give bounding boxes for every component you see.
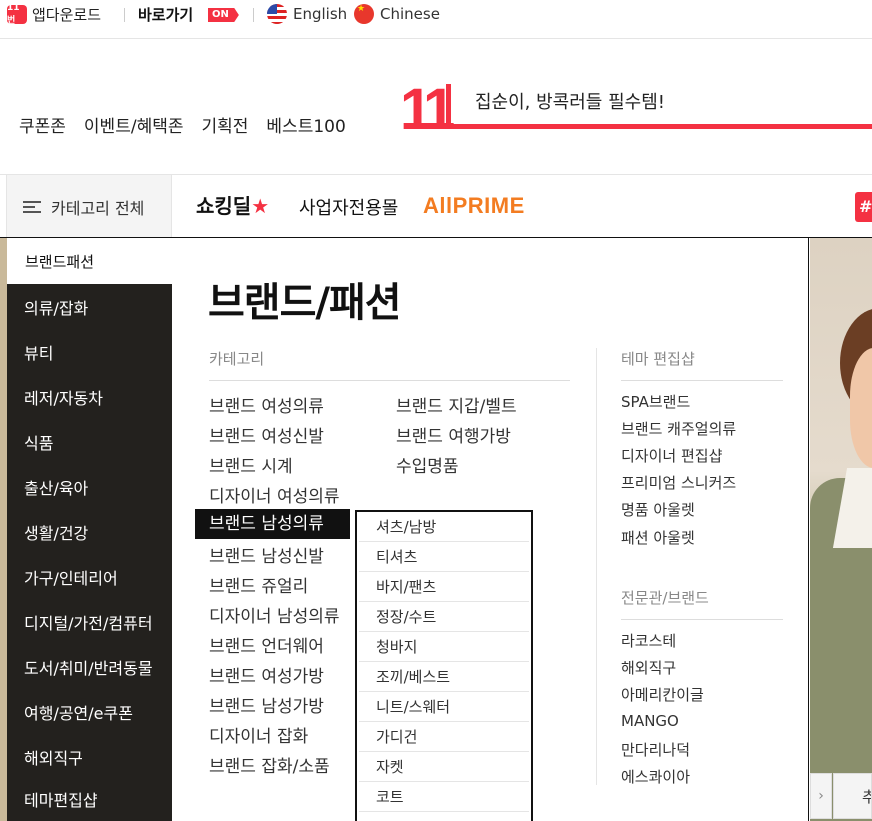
shortcut-link[interactable]: 바로가기 (138, 4, 193, 25)
theme-link[interactable]: SPA브랜드 (621, 391, 690, 412)
sidebar-item-books[interactable]: 도서/취미/반려동물 (7, 644, 172, 689)
brand-link[interactable]: 만다리나덕 (621, 739, 690, 760)
brand-link[interactable]: 에스콰이아 (621, 766, 690, 787)
subcategory-item[interactable]: 셔츠/남방 (359, 512, 529, 542)
exhibition-link[interactable]: 기획전 (202, 112, 249, 137)
category-all-button[interactable]: 카테고리 전체 (6, 175, 172, 238)
language-english-link[interactable]: English (267, 4, 347, 24)
category-link[interactable]: 브랜드 시계 (209, 452, 293, 477)
category-link[interactable]: 브랜드 언더웨어 (209, 632, 324, 657)
star-icon: ★ (251, 194, 270, 218)
sidebar-item-brand-fashion[interactable]: 브랜드패션 (7, 238, 172, 284)
language-label: English (293, 5, 348, 23)
panel-title: 브랜드/패션 (208, 280, 402, 326)
nav-shocking-deal[interactable]: 쇼킹딜★ (196, 190, 269, 219)
subcategory-item[interactable]: 자켓 (359, 752, 529, 782)
chevron-right-icon[interactable]: › (810, 773, 832, 819)
nav-hashtag-button[interactable]: # (855, 192, 872, 222)
category-link[interactable]: 브랜드 남성신발 (209, 542, 324, 567)
category-link[interactable]: 디자이너 남성의류 (209, 602, 340, 627)
category-link[interactable]: 브랜드 여성의류 (209, 392, 324, 417)
theme-link[interactable]: 프리미엄 스니커즈 (621, 472, 736, 493)
app-logo-icon[interactable]: 11번 (7, 3, 27, 26)
divider (0, 38, 872, 39)
coupon-zone-link[interactable]: 쿠폰존 (19, 112, 66, 137)
theme-link[interactable]: 명품 아울렛 (621, 499, 695, 520)
category-link[interactable]: 브랜드 여성신발 (209, 422, 324, 447)
app-download-link[interactable]: 앱다운로드 (32, 4, 101, 25)
subcategory-item[interactable]: 정장/수트 (359, 602, 529, 632)
category-link[interactable]: 브랜드 잡화/소품 (209, 752, 330, 777)
theme-link[interactable]: 브랜드 캐주얼의류 (621, 418, 736, 439)
nav-business-mall[interactable]: 사업자전용몰 (299, 194, 398, 220)
sidebar-item-leisure[interactable]: 레저/자동차 (7, 374, 172, 419)
category-link[interactable]: 수입명품 (396, 452, 459, 477)
subcategory-item[interactable]: 티셔츠 (359, 542, 529, 572)
category-link[interactable]: 디자이너 잡화 (209, 722, 308, 747)
subcategory-item[interactable]: 코트 (359, 782, 529, 812)
sidebar-item-furniture[interactable]: 가구/인테리어 (7, 554, 172, 599)
hamburger-icon (23, 200, 41, 214)
divider (253, 8, 254, 22)
sidebar-item-travel[interactable]: 여행/공연/e쿠폰 (7, 689, 172, 734)
us-flag-icon (267, 4, 287, 24)
brand-link[interactable]: MANGO (621, 712, 679, 730)
subcategory-item[interactable]: 조끼/베스트 (359, 662, 529, 692)
top-utility-bar: 11번 앱다운로드 바로가기 ON English Chinese (0, 0, 872, 30)
divider (124, 8, 125, 22)
sidebar-item-baby[interactable]: 출산/육아 (7, 464, 172, 509)
theme-shop-heading: 테마 편집샵 (621, 350, 695, 368)
category-link[interactable]: 브랜드 여행가방 (396, 422, 511, 447)
subcategory-item[interactable]: 가디건 (359, 722, 529, 752)
site-logo[interactable]: 11 (400, 76, 455, 143)
category-link[interactable]: 브랜드 남성가방 (209, 692, 324, 717)
sidebar-item-clothing[interactable]: 의류/잡화 (7, 284, 172, 329)
sidebar-item-overseas[interactable]: 해외직구 (7, 734, 172, 779)
subcategory-item[interactable]: 청바지 (359, 632, 529, 662)
logo-decoration (446, 84, 451, 128)
sidebar-item-theme-shop[interactable]: 테마편집샵 (7, 776, 172, 821)
quick-links: 쿠폰존 이벤트/혜택존 기획전 베스트100 (19, 112, 346, 137)
subcategory-item[interactable]: 바지/팬츠 (359, 572, 529, 602)
category-link-active[interactable]: 브랜드 남성의류 (195, 509, 350, 539)
logo-underline (446, 124, 872, 129)
category-link[interactable]: 브랜드 쥬얼리 (209, 572, 308, 597)
china-flag-icon (354, 4, 374, 24)
sidebar-item-living[interactable]: 생활/건강 (7, 509, 172, 554)
category-link[interactable]: 브랜드 지갑/벨트 (396, 392, 517, 417)
category-link[interactable]: 디자이너 여성의류 (209, 482, 340, 507)
sidebar-item-beauty[interactable]: 뷰티 (7, 329, 172, 374)
category-heading: 카테고리 (209, 350, 265, 368)
shortcut-on-badge[interactable]: ON (208, 8, 239, 22)
divider (621, 619, 783, 620)
divider (209, 380, 570, 381)
promo-banner-image[interactable] (810, 238, 872, 821)
language-chinese-link[interactable]: Chinese (354, 4, 440, 24)
sidebar-item-digital[interactable]: 디지털/가전/컴퓨터 (7, 599, 172, 644)
category-all-label: 카테고리 전체 (51, 198, 145, 218)
nav-all-prime[interactable]: AllPRIME (423, 193, 525, 219)
brand-link[interactable]: 아메리칸이글 (621, 684, 704, 705)
theme-link[interactable]: 패션 아울렛 (621, 527, 695, 548)
brand-link[interactable]: 라코스테 (621, 630, 676, 651)
best100-link[interactable]: 베스트100 (266, 112, 345, 137)
theme-link[interactable]: 디자이너 편집샵 (621, 445, 722, 466)
language-label: Chinese (380, 5, 440, 23)
category-link[interactable]: 브랜드 여성가방 (209, 662, 324, 687)
event-benefit-link[interactable]: 이벤트/혜택존 (84, 112, 184, 137)
banner-tab[interactable]: 추 (833, 773, 872, 819)
brand-link[interactable]: 해외직구 (621, 657, 676, 678)
special-brand-heading: 전문관/브랜드 (621, 589, 709, 607)
column-divider (596, 348, 597, 785)
subcategory-item[interactable]: 니트/스웨터 (359, 692, 529, 722)
sidebar-item-food[interactable]: 식품 (7, 419, 172, 464)
search-slogan[interactable]: 집순이, 방콕러들 필수템! (475, 88, 665, 114)
subcategory-menu: 셔츠/남방 티셔츠 바지/팬츠 정장/수트 청바지 조끼/베스트 니트/스웨터 … (355, 510, 533, 821)
nav-shocking-label: 쇼킹딜 (196, 194, 252, 218)
divider (621, 380, 783, 381)
